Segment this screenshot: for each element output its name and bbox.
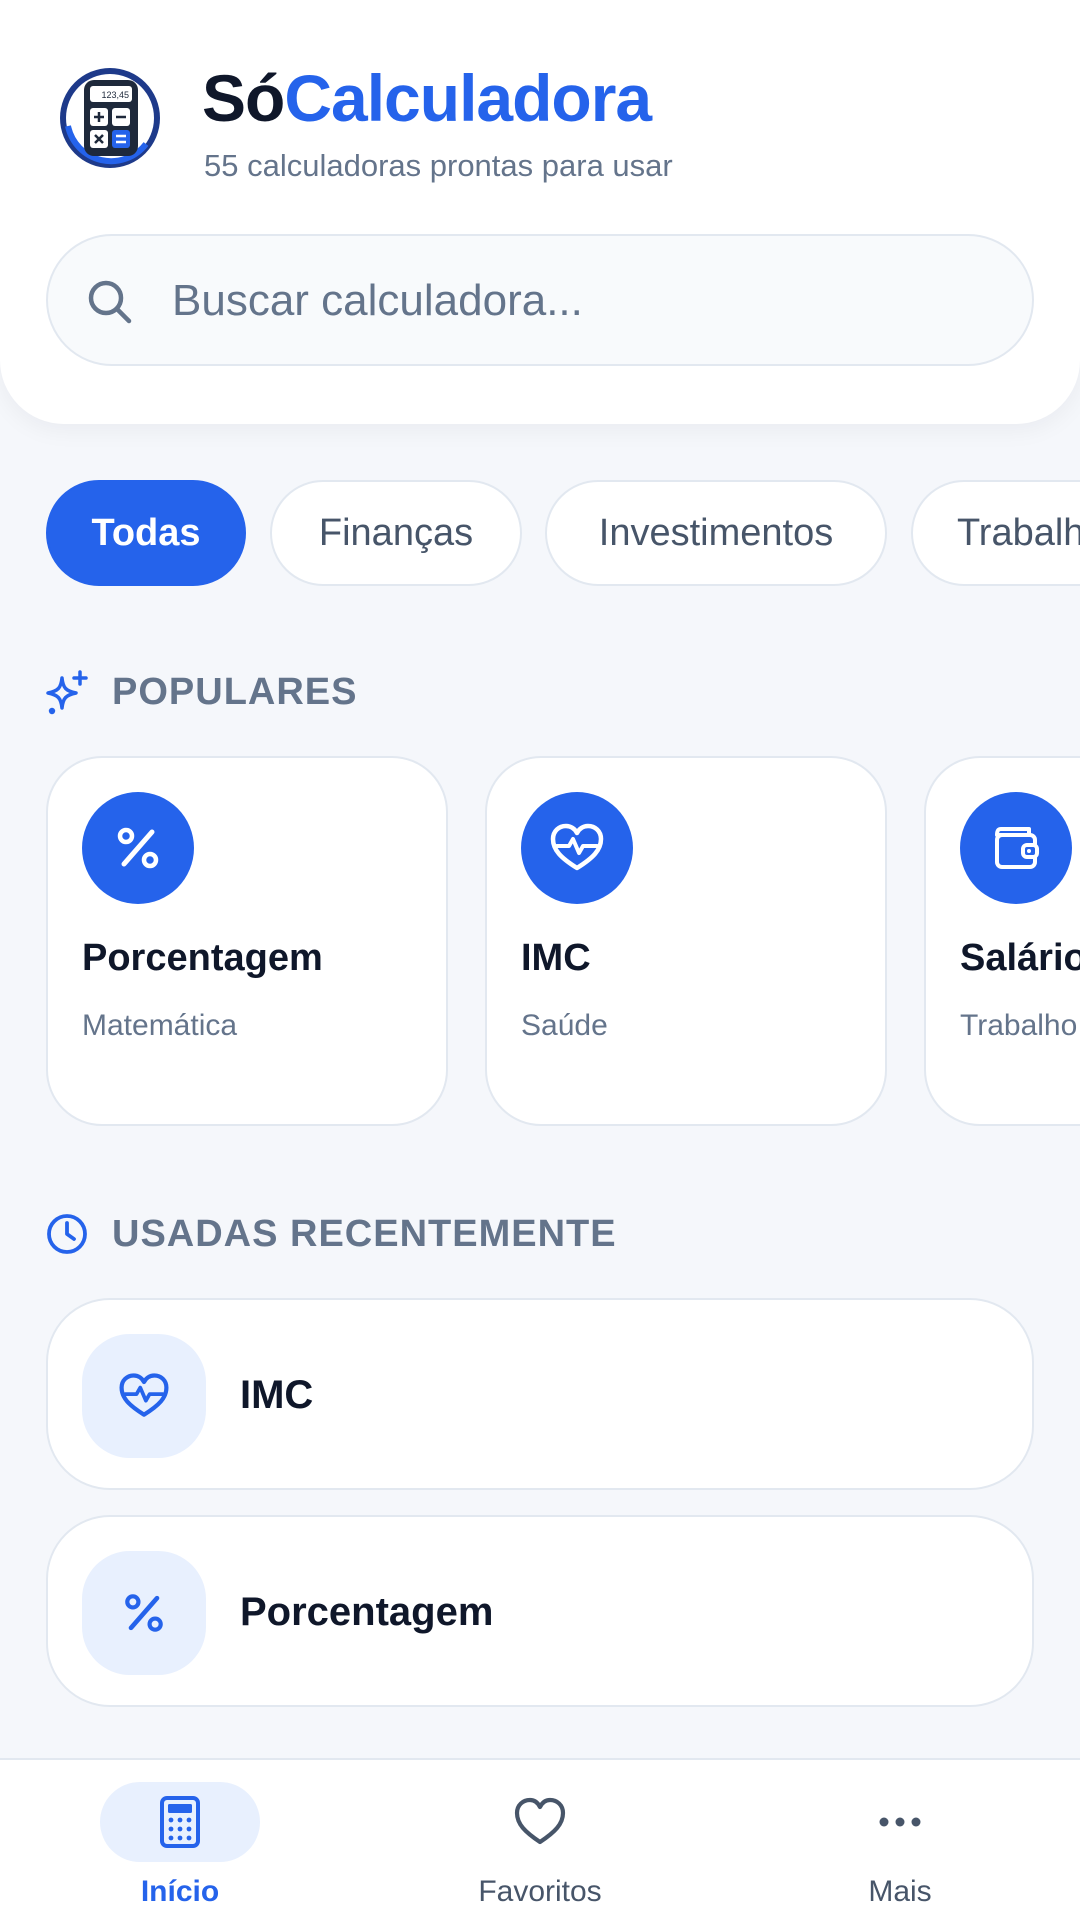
recent-item-label: IMC [240, 1373, 314, 1417]
nav-inicio-label: Início [140, 1875, 220, 1908]
chip-trabalho[interactable]: Trabalho [911, 480, 1080, 586]
chip-todas[interactable]: Todas [46, 480, 246, 586]
nav-mais-label: Mais [868, 1875, 932, 1908]
app-title: SóCalculadora [202, 58, 652, 138]
popular-card-category: Saúde [521, 1009, 608, 1042]
nav-favoritos[interactable]: Favoritos [420, 1760, 660, 1920]
nav-favoritos-label: Favoritos [478, 1875, 602, 1908]
heart-pulse-icon [521, 792, 633, 904]
chip-financas[interactable]: Finanças [270, 480, 522, 586]
nav-mais[interactable]: Mais [780, 1760, 1020, 1920]
popular-card-category: Matemática [82, 1009, 238, 1042]
search-icon [88, 280, 132, 324]
percent-icon [82, 1551, 206, 1675]
popular-carousel[interactable]: Porcentagem Matemática IMC Saúde Salário… [0, 756, 1080, 1128]
percent-icon [82, 792, 194, 904]
popular-card-category: Trabalho [960, 1009, 1078, 1042]
popular-card-name: Salário [960, 937, 1080, 979]
popular-section-title: POPULARES [112, 671, 358, 713]
search-input[interactable] [172, 266, 992, 336]
app-title-part2: Calculadora [284, 61, 652, 135]
svg-text:123,45: 123,45 [101, 90, 129, 100]
calculator-icon [160, 1796, 200, 1848]
heart-icon [514, 1797, 566, 1845]
popular-card-name: Porcentagem [82, 937, 323, 979]
popular-card[interactable]: Porcentagem Matemática [46, 756, 448, 1126]
app-header: 123,45 SóCalculadora 55 calculadoras pro… [0, 0, 1080, 424]
app-title-part1: Só [202, 61, 285, 135]
clock-icon [47, 1214, 87, 1254]
heart-pulse-icon [82, 1334, 206, 1458]
popular-card-name: IMC [521, 937, 591, 979]
app-subtitle: 55 calculadoras prontas para usar [204, 148, 673, 183]
bottom-navigation: Início Favoritos Mais [0, 1758, 1080, 1920]
recent-section-title: USADAS RECENTEMENTE [112, 1213, 617, 1255]
category-filter: Todas Finanças Investimentos Trabalho [0, 480, 1080, 586]
recent-item-label: Porcentagem [240, 1590, 494, 1634]
chip-investimentos[interactable]: Investimentos [545, 480, 887, 586]
wallet-icon [960, 792, 1072, 904]
recent-item[interactable]: Porcentagem [46, 1515, 1034, 1707]
sparkles-icon [46, 670, 88, 715]
search-bar[interactable] [46, 234, 1034, 366]
popular-card[interactable]: IMC Saúde [485, 756, 887, 1126]
recent-item[interactable]: IMC [46, 1298, 1034, 1490]
more-dots-icon [879, 1817, 921, 1827]
calculator-logo-icon: 123,45 [58, 66, 162, 170]
popular-card[interactable]: Salário Trabalho [924, 756, 1080, 1126]
nav-inicio[interactable]: Início [60, 1760, 300, 1920]
